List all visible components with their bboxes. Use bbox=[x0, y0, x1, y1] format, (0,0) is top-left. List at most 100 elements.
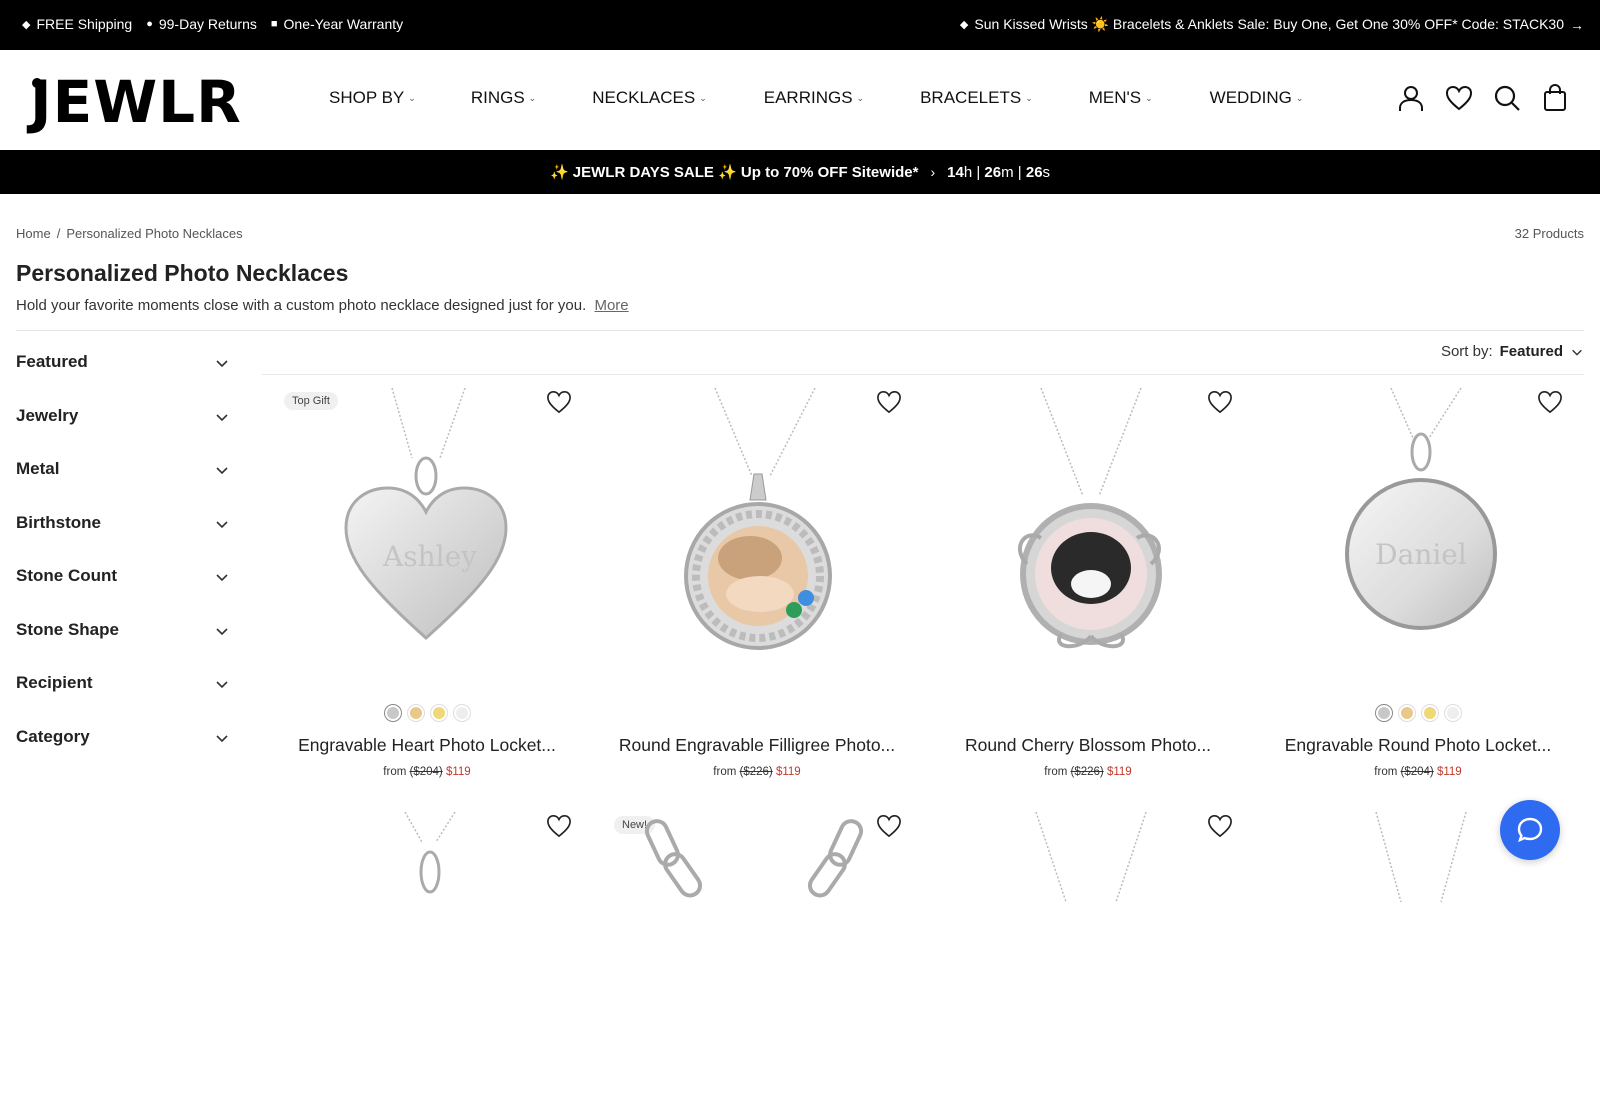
product-card[interactable]: Round Cherry Blossom Photo... from ($226… bbox=[923, 380, 1253, 780]
timer-minutes-unit: m bbox=[1001, 163, 1014, 181]
swatch-rose-gold[interactable] bbox=[1398, 705, 1415, 721]
product-title[interactable]: Round Engravable Filligree Photo... bbox=[592, 735, 922, 756]
filter-category[interactable]: Category bbox=[16, 727, 230, 781]
account-icon[interactable] bbox=[1396, 83, 1426, 113]
product-card[interactable]: Round Engravable Filligree Photo... from… bbox=[592, 380, 922, 780]
nav-earrings[interactable]: EARRINGS ⌄ bbox=[764, 88, 864, 108]
heart-locket-image[interactable]: Ashley bbox=[280, 388, 576, 684]
chat-button[interactable] bbox=[1500, 800, 1560, 860]
filigree-photo-pendant-image[interactable] bbox=[610, 388, 906, 684]
necklace-image[interactable] bbox=[941, 812, 1237, 1108]
product-count: 32 Products bbox=[1514, 226, 1584, 241]
nav-necklaces[interactable]: NECKLACES ⌄ bbox=[592, 88, 707, 108]
chevron-down-icon: ⌄ bbox=[1025, 92, 1033, 103]
price-sale: $119 bbox=[445, 766, 471, 778]
nav-wedding[interactable]: WEDDING ⌄ bbox=[1210, 88, 1304, 108]
swatch-white-gold[interactable] bbox=[453, 705, 470, 721]
filter-stone-count[interactable]: Stone Count bbox=[16, 566, 230, 620]
breadcrumb-home[interactable]: Home bbox=[16, 226, 51, 241]
price-from: from bbox=[383, 766, 407, 778]
product-title[interactable]: Engravable Round Photo Locket... bbox=[1253, 735, 1583, 756]
promo-returns-text: 99-Day Returns bbox=[158, 16, 257, 32]
swatch-yellow-gold[interactable] bbox=[430, 705, 447, 721]
promo-returns[interactable]: ● 99-Day Returns bbox=[146, 16, 257, 32]
price-from: from bbox=[1044, 766, 1068, 778]
product-card[interactable]: Top Gift Ashley Engravable Heart Photo L… bbox=[262, 380, 592, 780]
sale-countdown-bar[interactable]: ✨ JEWLR DAYS SALE ✨ Up to 70% OFF Sitewi… bbox=[0, 150, 1600, 194]
product-card[interactable] bbox=[923, 804, 1253, 904]
site-header: JEWLR SHOP BY ⌄ RINGS ⌄ NECKLACES ⌄ EARRING… bbox=[0, 50, 1600, 150]
breadcrumb-sep: / bbox=[56, 226, 61, 241]
search-icon[interactable] bbox=[1492, 83, 1522, 113]
product-title[interactable]: Engravable Heart Photo Locket... bbox=[262, 735, 592, 756]
swatch-rose-gold[interactable] bbox=[407, 705, 424, 721]
chevron-down-icon bbox=[216, 360, 228, 368]
promo-free-shipping[interactable]: ◆ FREE Shipping bbox=[22, 16, 132, 32]
chevron-down-icon bbox=[216, 413, 228, 421]
nav-shop-by[interactable]: SHOP BY ⌄ bbox=[329, 88, 416, 108]
cart-icon[interactable] bbox=[1540, 83, 1570, 113]
divider bbox=[16, 330, 1584, 331]
nav-bracelets[interactable]: BRACELETS ⌄ bbox=[920, 88, 1033, 108]
timer-sep: | bbox=[1017, 163, 1022, 181]
filter-label: Stone Shape bbox=[16, 619, 119, 639]
nav-label: EARRINGS bbox=[763, 88, 853, 107]
chevron-down-icon: ⌄ bbox=[856, 92, 865, 103]
product-price: from ($204) $119 bbox=[1253, 766, 1583, 778]
arrow-right-icon: → bbox=[1570, 16, 1584, 33]
chevron-down-icon: ⌄ bbox=[699, 92, 707, 103]
swatch-silver[interactable] bbox=[1375, 705, 1392, 721]
price-sale: $119 bbox=[1106, 766, 1132, 778]
round-locket-image[interactable]: Daniel bbox=[1271, 388, 1567, 684]
price-sale: $119 bbox=[775, 766, 801, 778]
sort-control[interactable]: Sort by: Featured bbox=[1441, 343, 1584, 360]
sort-value: Featured bbox=[1499, 343, 1563, 360]
chain-necklace-image[interactable] bbox=[610, 812, 906, 1108]
timer-minutes: 26 bbox=[984, 163, 1002, 181]
necklace-image[interactable] bbox=[280, 812, 576, 1108]
filter-label: Recipient bbox=[16, 673, 93, 692]
product-card[interactable]: New! bbox=[592, 804, 922, 904]
price-original: ($226) bbox=[1070, 766, 1104, 778]
cherry-blossom-photo-pendant-image[interactable] bbox=[941, 388, 1237, 684]
chevron-down-icon bbox=[216, 574, 228, 582]
engraving-text: Ashley bbox=[382, 540, 477, 573]
filter-label: Birthstone bbox=[16, 512, 101, 532]
product-card[interactable] bbox=[262, 804, 592, 904]
price-original: ($204) bbox=[1400, 766, 1434, 778]
filter-recipient[interactable]: Recipient bbox=[16, 673, 230, 727]
filter-label: Metal bbox=[16, 459, 60, 478]
header-icons bbox=[1396, 83, 1570, 113]
price-from: from bbox=[1374, 766, 1398, 778]
product-price: from ($204) $119 bbox=[262, 766, 592, 778]
promo-warranty[interactable]: ■ One-Year Warranty bbox=[271, 16, 403, 32]
logo-text: JEWLR bbox=[30, 68, 242, 136]
page-description: Hold your favorite moments close with a … bbox=[16, 297, 629, 314]
circle-icon: ● bbox=[146, 18, 153, 30]
wishlist-icon[interactable] bbox=[1444, 83, 1474, 113]
chevron-down-icon: ⌄ bbox=[1145, 92, 1153, 103]
swatch-yellow-gold[interactable] bbox=[1421, 705, 1438, 721]
filter-jewelry[interactable]: Jewelry bbox=[16, 406, 230, 460]
filter-metal[interactable]: Metal bbox=[16, 459, 230, 513]
promo-right-link[interactable]: ◆ Sun Kissed Wrists ☀️ Bracelets & Ankle… bbox=[960, 16, 1584, 33]
filter-stone-shape[interactable]: Stone Shape bbox=[16, 620, 230, 674]
filter-featured[interactable]: Featured bbox=[16, 352, 230, 406]
product-card[interactable]: Daniel Engravable Round Photo Locket... … bbox=[1253, 380, 1583, 780]
filter-label: Stone Count bbox=[16, 566, 118, 585]
more-link[interactable]: More bbox=[594, 297, 628, 314]
metal-swatches bbox=[1253, 705, 1583, 721]
chevron-down-icon bbox=[216, 734, 228, 742]
swatch-white-gold[interactable] bbox=[1444, 705, 1461, 721]
swatch-silver[interactable] bbox=[384, 705, 401, 721]
nav-rings[interactable]: RINGS ⌄ bbox=[471, 88, 536, 108]
chevron-down-icon bbox=[1572, 349, 1582, 356]
product-title[interactable]: Round Cherry Blossom Photo... bbox=[923, 735, 1253, 756]
nav-label: MEN'S bbox=[1088, 88, 1142, 107]
filter-label: Category bbox=[16, 726, 90, 746]
jewlr-logo[interactable]: JEWLR bbox=[30, 68, 242, 136]
nav-mens[interactable]: MEN'S ⌄ bbox=[1089, 88, 1153, 108]
filter-birthstone[interactable]: Birthstone bbox=[16, 513, 230, 567]
sale-text: ✨ JEWLR DAYS SALE ✨ Up to 70% OFF Sitewi… bbox=[549, 164, 919, 181]
price-from: from bbox=[713, 766, 737, 778]
